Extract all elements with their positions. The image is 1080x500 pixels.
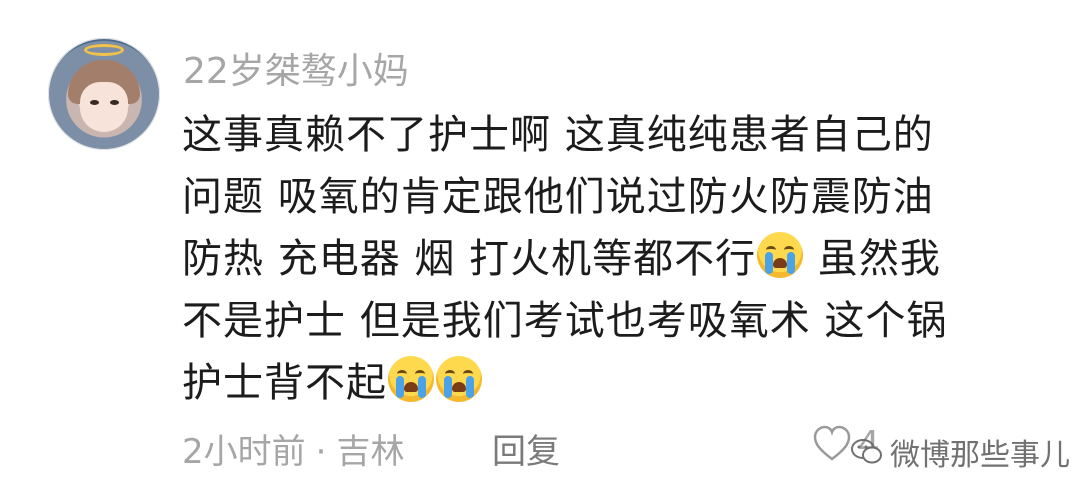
crying-face-icon xyxy=(757,232,804,278)
location: 吉林 xyxy=(336,432,405,472)
comment-line: 这事真赖不了护士啊 这真纯纯患者自己的 xyxy=(182,112,934,158)
reply-button[interactable]: 回复 xyxy=(492,424,560,473)
watermark: 微博那些事儿 xyxy=(850,430,1070,474)
comment-line-part: 防热 充电器 烟 打火机等都不行 xyxy=(182,236,757,282)
wechat-logo-icon xyxy=(851,439,882,464)
comment-meta: 2小时前 · 吉林 xyxy=(182,424,404,473)
crying-face-icon xyxy=(436,356,482,402)
username[interactable]: 22岁桀骜小妈 xyxy=(183,42,409,94)
halo-icon xyxy=(84,44,124,56)
avatar-eye xyxy=(90,100,99,105)
comment-line-part: 护士背不起 xyxy=(182,360,387,406)
avatar[interactable] xyxy=(48,38,160,150)
heart-icon[interactable] xyxy=(812,424,852,464)
meta-separator: · xyxy=(315,432,327,472)
avatar-eye xyxy=(110,100,119,105)
comment-body: 这事真赖不了护士啊 这真纯纯患者自己的 问题 吸氧的肯定跟他们说过防火防震防油 … xyxy=(182,104,1022,414)
comment-line-part: 虽然我 xyxy=(817,236,941,282)
comment-line: 不是护士 但是我们考试也考吸氧术 这个锅 xyxy=(182,298,948,344)
avatar-face xyxy=(80,82,128,132)
comment-line: 问题 吸氧的肯定跟他们说过防火防震防油 xyxy=(182,174,934,220)
comment-line: 防热 充电器 烟 打火机等都不行 虽然我 xyxy=(182,228,1022,290)
comment-item: 22岁桀骜小妈 这事真赖不了护士啊 这真纯纯患者自己的 问题 吸氧的肯定跟他们说… xyxy=(0,0,1080,500)
watermark-text: 微博那些事儿 xyxy=(890,438,1070,473)
crying-face-icon xyxy=(388,356,434,402)
timestamp: 2小时前 xyxy=(182,432,306,472)
comment-line: 护士背不起 xyxy=(182,352,1022,414)
